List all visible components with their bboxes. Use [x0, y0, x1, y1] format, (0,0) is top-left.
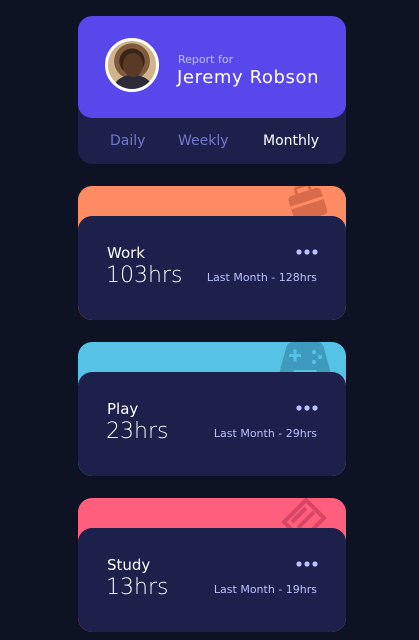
activity-previous: Last Month - 19hrs	[213, 583, 317, 596]
play-stats[interactable]: Play 23hrs Last Month - 29hrs	[78, 372, 346, 476]
tab-monthly[interactable]: Monthly	[263, 133, 319, 149]
activity-previous: Last Month - 128hrs	[206, 271, 317, 284]
play-card: Play 23hrs Last Month - 29hrs	[78, 342, 346, 476]
avatar-face	[123, 53, 143, 77]
study-card: Study 13hrs Last Month - 19hrs	[78, 498, 346, 632]
tab-daily[interactable]: Daily	[110, 133, 145, 149]
tab-weekly[interactable]: Weekly	[178, 133, 229, 149]
activity-title: Work	[107, 244, 145, 262]
profile-header: Report for Jeremy Robson	[78, 16, 346, 118]
profile-card: Report for Jeremy Robson Daily Weekly Mo…	[78, 16, 346, 164]
report-label: Report for	[178, 53, 234, 66]
activity-hours: 103hrs	[106, 263, 183, 288]
user-name: Jeremy Robson	[177, 67, 320, 88]
time-tracking-dashboard: Report for Jeremy Robson Daily Weekly Mo…	[0, 0, 419, 640]
activity-title: Study	[107, 556, 151, 574]
activity-previous: Last Month - 29hrs	[213, 427, 317, 440]
avatar	[105, 38, 159, 92]
ellipsis-icon[interactable]	[296, 560, 318, 568]
work-card: Work 103hrs Last Month - 128hrs	[78, 186, 346, 320]
work-stats[interactable]: Work 103hrs Last Month - 128hrs	[78, 216, 346, 320]
ellipsis-icon[interactable]	[296, 248, 318, 256]
activity-title: Play	[107, 400, 139, 418]
activity-hours: 23hrs	[106, 419, 169, 444]
study-stats[interactable]: Study 13hrs Last Month - 19hrs	[78, 528, 346, 632]
avatar-body	[115, 75, 151, 89]
ellipsis-icon[interactable]	[296, 404, 318, 412]
activity-hours: 13hrs	[106, 575, 169, 600]
